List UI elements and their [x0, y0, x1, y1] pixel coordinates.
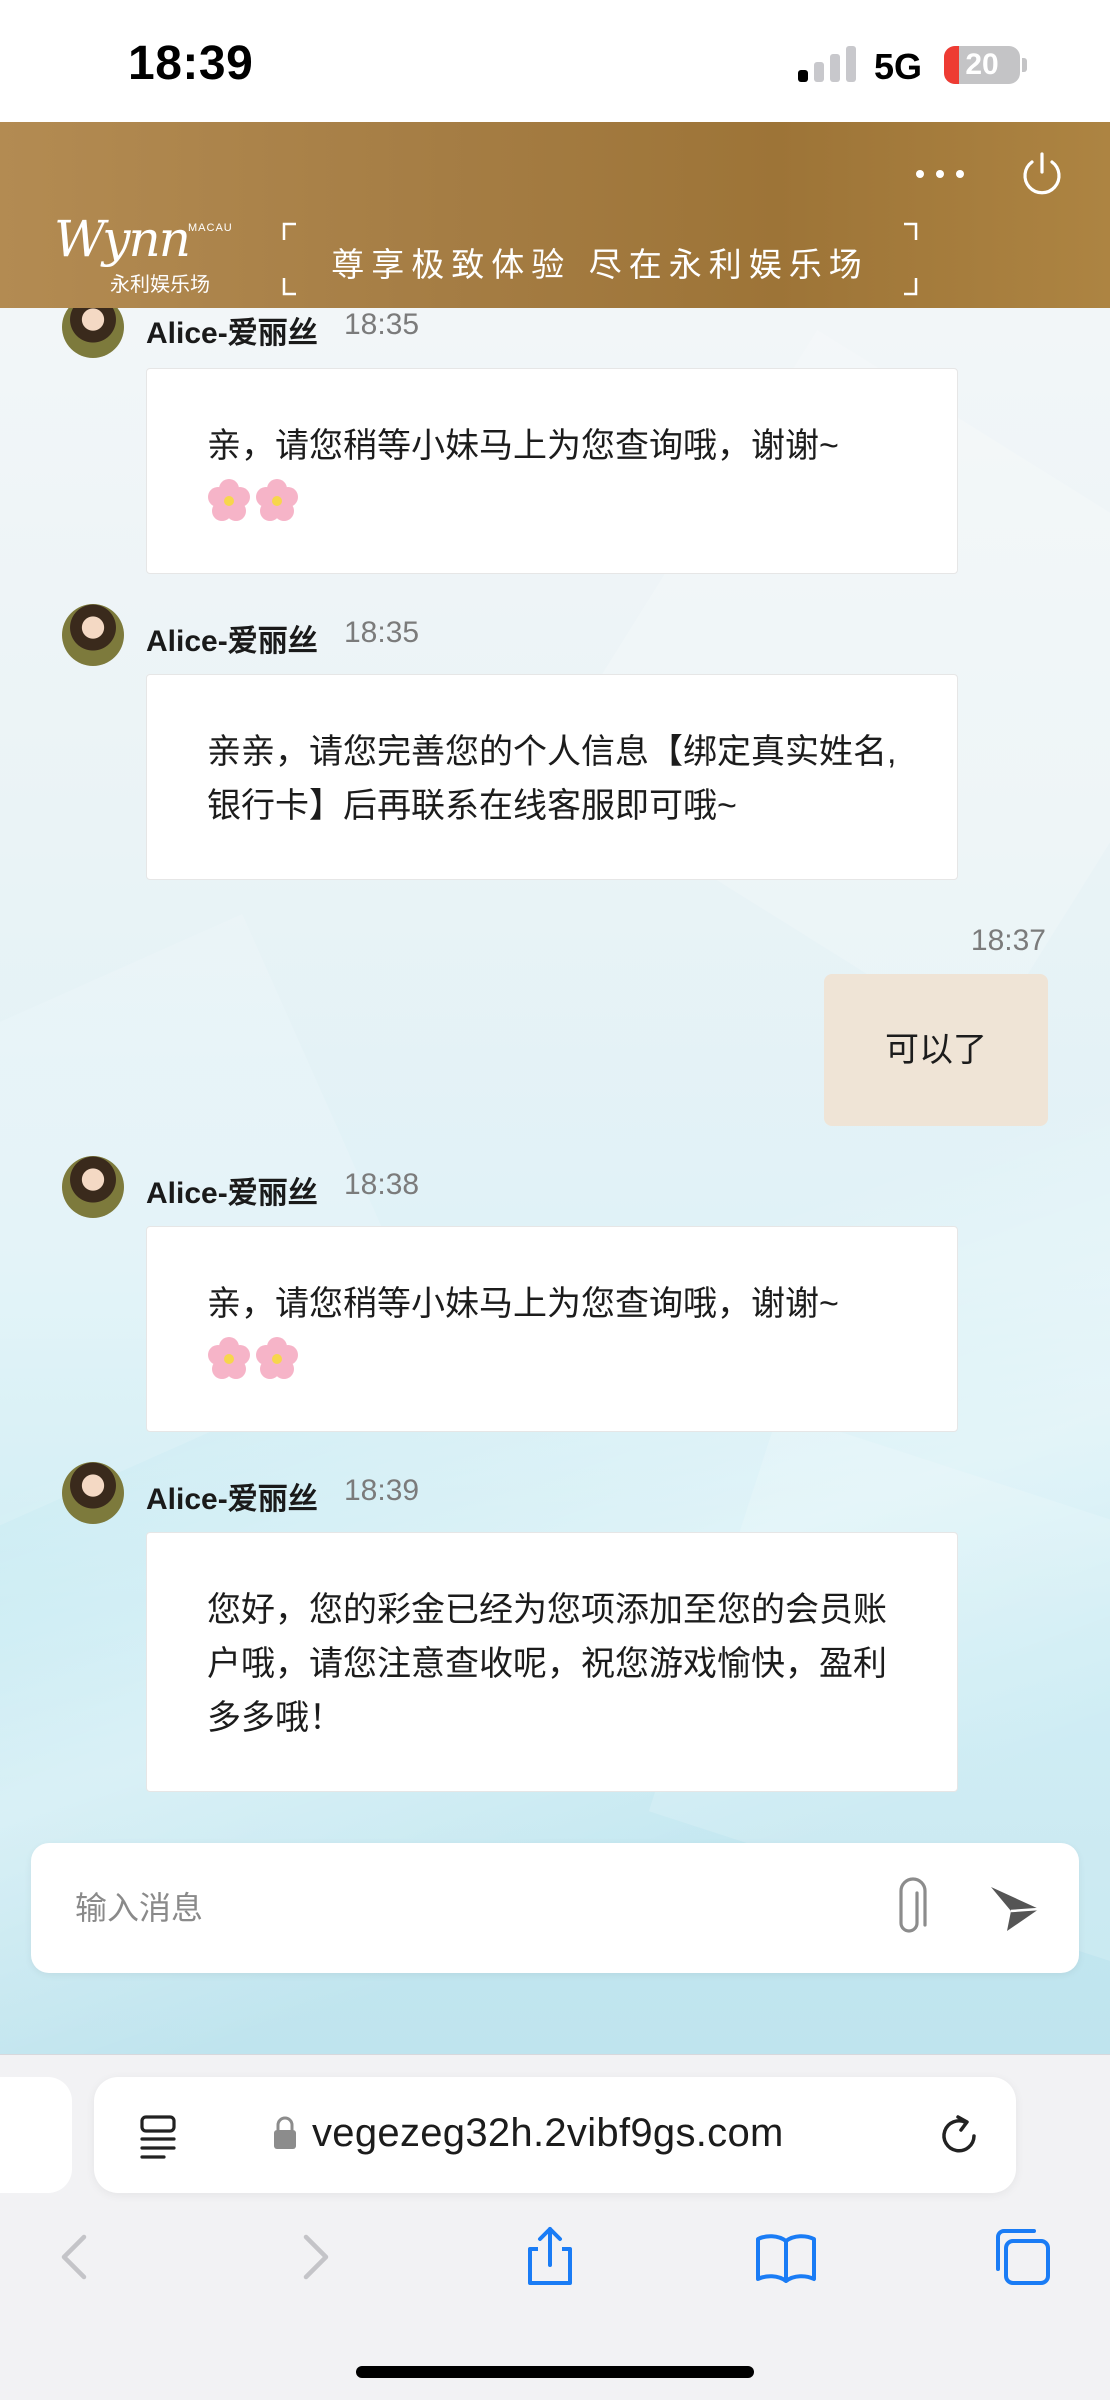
- cherry-blossom-icon: [208, 1337, 250, 1379]
- reload-icon[interactable]: [936, 2113, 982, 2159]
- wynn-logo: Wynn MACAU 永利娱乐场: [54, 210, 232, 298]
- reader-icon[interactable]: [138, 2113, 182, 2159]
- tabs-icon[interactable]: [990, 2225, 1054, 2289]
- message-text: 亲，请您稍等小妹马上为您查询哦，谢谢~: [207, 427, 839, 465]
- message-input[interactable]: [75, 1881, 855, 1935]
- cherry-blossom-icon: [256, 479, 298, 521]
- bookmarks-icon[interactable]: [754, 2225, 818, 2289]
- message-time: 18:35: [344, 616, 420, 649]
- url-text: vegezeg32h.2vibf9gs.com: [312, 2111, 784, 2155]
- network-type: 5G: [874, 46, 923, 87]
- status-bar: 18:39 5G 20: [0, 0, 1110, 122]
- sender-name: Alice-爱丽丝: [146, 625, 318, 658]
- agent-message-bubble: 亲，请您稍等小妹马上为您查询哦，谢谢~: [146, 368, 958, 574]
- header-banner: 尊享极致体验 尽在永利娱乐场: [282, 222, 918, 296]
- browser-toolbar: vegezeg32h.2vibf9gs.com: [0, 2054, 1110, 2400]
- sender-name: Alice-爱丽丝: [146, 317, 318, 350]
- lock-icon: [274, 2116, 296, 2149]
- battery-icon: 20: [944, 46, 1020, 84]
- battery-percent: 20: [965, 48, 999, 81]
- agent-message-bubble: 亲亲，请您完善您的个人信息【绑定真实姓名,银行卡】后再联系在线客服即可哦~: [146, 674, 958, 880]
- send-icon[interactable]: [987, 1881, 1043, 1937]
- chat-message-list[interactable]: Alice-爱丽丝 18:35 亲，请您稍等小妹马上为您查询哦，谢谢~ Alic…: [0, 308, 1110, 2054]
- more-icon[interactable]: [912, 162, 968, 186]
- user-message-bubble: 可以了: [824, 974, 1048, 1126]
- message-composer: [31, 1843, 1079, 1973]
- agent-message-bubble: 亲，请您稍等小妹马上为您查询哦，谢谢~: [146, 1226, 958, 1432]
- message-emoji: [207, 473, 899, 527]
- back-icon[interactable]: [42, 2225, 106, 2289]
- previous-tab-preview[interactable]: [0, 2077, 72, 2193]
- message-text: 您好，您的彩金已经为您项添加至您的会员账户哦，请您注意查收呢，祝您游戏愉快，盈利…: [207, 1591, 887, 1737]
- sender-name: Alice-爱丽丝: [146, 1177, 318, 1210]
- message-emoji: [207, 1331, 899, 1385]
- cherry-blossom-icon: [208, 479, 250, 521]
- message-time: 18:37: [970, 924, 1046, 957]
- power-icon[interactable]: [1018, 150, 1066, 198]
- agent-avatar[interactable]: [62, 1462, 124, 1524]
- agent-avatar[interactable]: [62, 604, 124, 666]
- agent-avatar[interactable]: [62, 1156, 124, 1218]
- message-text: 亲，请您稍等小妹马上为您查询哦，谢谢~: [207, 1285, 839, 1323]
- cherry-blossom-icon: [256, 1337, 298, 1379]
- agent-avatar[interactable]: [62, 308, 124, 358]
- logo-chinese: 永利娱乐场: [110, 274, 210, 296]
- logo-macau: MACAU: [188, 222, 233, 234]
- battery-nub: [1022, 58, 1027, 72]
- message-text: 亲亲，请您完善您的个人信息【绑定真实姓名,银行卡】后再联系在线客服即可哦~: [207, 733, 897, 825]
- status-time: 18:39: [128, 37, 254, 90]
- logo-script: Wynn: [54, 210, 191, 268]
- address-bar[interactable]: vegezeg32h.2vibf9gs.com: [94, 2077, 1016, 2193]
- share-icon[interactable]: [518, 2225, 582, 2289]
- message-time: 18:35: [344, 308, 420, 341]
- home-indicator: [356, 2366, 754, 2378]
- banner-slogan: 尊享极致体验 尽在永利娱乐场: [331, 245, 869, 284]
- message-time: 18:38: [344, 1168, 420, 1201]
- message-time: 18:39: [344, 1474, 420, 1507]
- paperclip-icon[interactable]: [887, 1877, 941, 1939]
- forward-icon[interactable]: [284, 2225, 348, 2289]
- cellular-signal-icon: [798, 44, 856, 82]
- sender-name: Alice-爱丽丝: [146, 1483, 318, 1516]
- chat-header: Wynn MACAU 永利娱乐场 尊享极致体验 尽在永利娱乐场: [0, 122, 1110, 308]
- agent-message-bubble: 您好，您的彩金已经为您项添加至您的会员账户哦，请您注意查收呢，祝您游戏愉快，盈利…: [146, 1532, 958, 1792]
